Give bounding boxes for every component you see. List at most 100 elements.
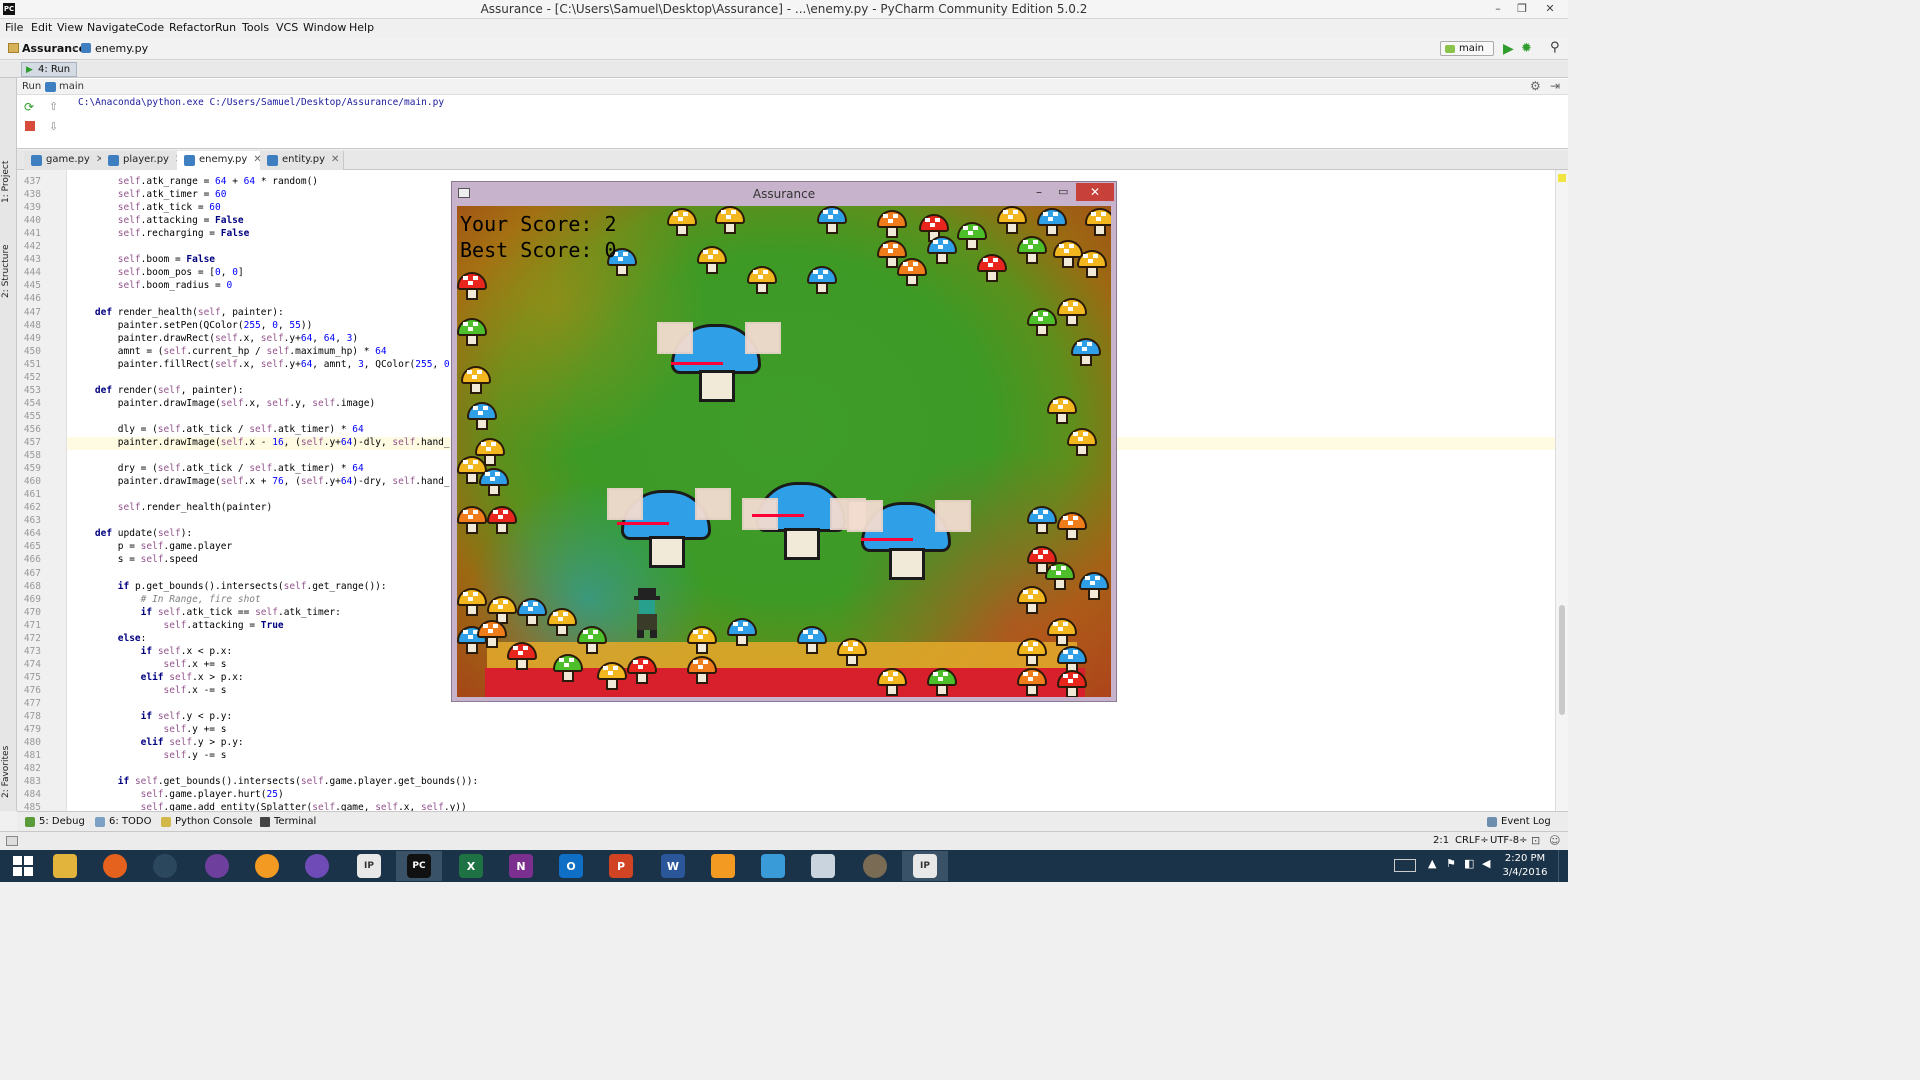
run-config-dropdown[interactable]: main xyxy=(1440,41,1494,56)
todo-tool-button[interactable]: 6: TODO xyxy=(109,816,151,827)
code-line[interactable]: painter.drawImage(self.x, self.y, self.i… xyxy=(72,398,375,409)
clock-time[interactable]: 2:20 PM xyxy=(1502,853,1548,864)
taskbar-store[interactable] xyxy=(750,851,796,881)
tab-game-py[interactable]: game.py✕ xyxy=(24,151,110,170)
taskbar-powerpoint[interactable]: P xyxy=(598,851,644,881)
breadcrumb-file[interactable]: enemy.py xyxy=(95,42,148,55)
event-log-button[interactable]: Event Log xyxy=(1501,816,1551,827)
keyboard-icon[interactable] xyxy=(1394,859,1416,872)
code-line[interactable]: dly = (self.atk_tick / self.atk_timer) *… xyxy=(72,424,364,435)
python-console-button[interactable]: Python Console xyxy=(175,816,253,827)
code-line[interactable]: def update(self): xyxy=(72,528,192,539)
windows-start-button[interactable] xyxy=(0,851,46,881)
code-line[interactable]: s = self.speed xyxy=(72,554,198,565)
code-line[interactable]: def render(self, painter): xyxy=(72,385,244,396)
debug-icon[interactable]: ✹ xyxy=(1521,41,1532,56)
code-line[interactable]: self.atk_tick = 60 xyxy=(72,202,221,213)
show-hidden-icons[interactable]: ▲ xyxy=(1428,857,1436,870)
taskbar-file-explorer[interactable] xyxy=(42,851,88,881)
show-desktop-button[interactable] xyxy=(1558,850,1568,882)
stop-icon[interactable] xyxy=(25,121,35,131)
code-line[interactable]: self.boom_radius = 0 xyxy=(72,280,232,291)
code-line[interactable]: self.boom = False xyxy=(72,254,215,265)
scroll-down-icon[interactable]: ⇩ xyxy=(49,120,58,133)
menu-help[interactable]: Help xyxy=(349,21,374,34)
rerun-icon[interactable]: ⟳ xyxy=(24,100,34,114)
game-minimize-button[interactable]: – xyxy=(1036,185,1042,199)
code-line[interactable]: amnt = (self.current_hp / self.maximum_h… xyxy=(72,346,387,357)
code-line[interactable]: self.y += s xyxy=(72,724,227,735)
code-line[interactable]: self.attacking = False xyxy=(72,215,244,226)
code-line[interactable]: self.y -= s xyxy=(72,750,227,761)
flag-icon[interactable]: ⚑ xyxy=(1446,857,1456,870)
editor-scrollbar[interactable] xyxy=(1555,170,1568,811)
code-line[interactable]: painter.drawImage(self.x + 76, (self.y+6… xyxy=(72,476,450,487)
taskbar-outlook[interactable]: O xyxy=(548,851,594,881)
game-window[interactable]: Assurance – ▭ ✕ Your Score: 2 Best Score… xyxy=(451,181,1117,702)
menu-tools[interactable]: Tools xyxy=(242,21,269,34)
volume-icon[interactable]: ◀ xyxy=(1482,857,1490,870)
code-line[interactable]: self.game.player.hurt(25) xyxy=(72,789,284,800)
taskbar-github[interactable] xyxy=(194,851,240,881)
tab-enemy-py[interactable]: enemy.py ✕ xyxy=(177,151,267,171)
code-line[interactable]: def render_health(self, painter): xyxy=(72,307,284,318)
code-line[interactable]: self.render_health(painter) xyxy=(72,502,272,513)
close-button[interactable]: ✕ xyxy=(1538,1,1562,17)
inspector-icon[interactable]: ☺ xyxy=(1549,834,1560,847)
code-line[interactable]: painter.drawRect(self.x, self.y+64, 64, … xyxy=(72,333,358,344)
taskbar-word[interactable]: W xyxy=(650,851,696,881)
line-separator[interactable]: CRLF÷ xyxy=(1455,835,1489,846)
tab-player-py[interactable]: player.py✕ xyxy=(101,151,189,170)
code-line[interactable]: painter.setPen(QColor(255, 0, 55)) xyxy=(72,320,313,331)
code-line[interactable]: else: xyxy=(72,633,147,644)
run-tool-tab[interactable]: ▶ 4: Run xyxy=(21,62,78,77)
scroll-up-icon[interactable]: ⇧ xyxy=(49,100,58,113)
hide-panel-icon[interactable]: ⇥ xyxy=(1550,79,1560,93)
taskbar-onenote[interactable]: N xyxy=(498,851,544,881)
code-line[interactable]: self.attacking = True xyxy=(72,620,284,631)
breadcrumb-project[interactable]: Assurance xyxy=(22,42,86,55)
scroll-thumb[interactable] xyxy=(1559,605,1565,715)
network-icon[interactable]: ◧ xyxy=(1464,857,1474,870)
game-canvas[interactable]: Your Score: 2 Best Score: 0 xyxy=(457,206,1111,697)
taskbar-sublime[interactable] xyxy=(700,851,746,881)
code-line[interactable]: if p.get_bounds().intersects(self.get_ra… xyxy=(72,581,387,592)
menu-navigate[interactable]: Navigate xyxy=(87,21,136,34)
code-line[interactable]: elif self.x > p.x: xyxy=(72,672,244,683)
menu-code[interactable]: Code xyxy=(136,21,164,34)
restore-button[interactable]: ❐ xyxy=(1510,1,1534,17)
menu-run[interactable]: Run xyxy=(215,21,236,34)
menu-vcs[interactable]: VCS xyxy=(276,21,298,34)
taskbar-ipython[interactable]: IP xyxy=(346,851,392,881)
taskbar-excel[interactable]: X xyxy=(448,851,494,881)
caret-position[interactable]: 2:1 xyxy=(1433,835,1449,846)
taskbar-steam[interactable] xyxy=(142,851,188,881)
close-tab-icon[interactable]: ✕ xyxy=(331,154,339,165)
code-line[interactable]: p = self.game.player xyxy=(72,541,232,552)
code-line[interactable]: self.recharging = False xyxy=(72,228,250,239)
taskbar-app[interactable] xyxy=(294,851,340,881)
minimize-button[interactable]: – xyxy=(1486,1,1510,17)
lock-icon[interactable]: ⊡ xyxy=(1531,834,1540,847)
code-line[interactable]: dry = (self.atk_tick / self.atk_timer) *… xyxy=(72,463,364,474)
tab-entity-py[interactable]: entity.py ✕ xyxy=(260,151,345,170)
code-line[interactable]: painter.fillRect(self.x, self.y+64, amnt… xyxy=(72,359,450,370)
tool-windows-toggle-icon[interactable] xyxy=(6,836,18,846)
taskbar-fl-studio[interactable] xyxy=(244,851,290,881)
code-line[interactable]: self.atk_timer = 60 xyxy=(72,189,227,200)
menu-window[interactable]: Window xyxy=(303,21,346,34)
code-line[interactable]: # In Range, fire shot xyxy=(72,594,261,605)
code-line[interactable]: if self.x < p.x: xyxy=(72,646,233,657)
game-maximize-button[interactable]: ▭ xyxy=(1058,185,1068,198)
code-line[interactable]: self.x -= s xyxy=(72,685,227,696)
code-line[interactable]: if self.get_bounds().intersects(self.gam… xyxy=(72,776,478,787)
game-close-button[interactable]: ✕ xyxy=(1076,183,1114,201)
code-line[interactable]: painter.drawImage(self.x - 16, (self.y+6… xyxy=(72,437,450,448)
code-line[interactable]: elif self.y > p.y: xyxy=(72,737,244,748)
code-line[interactable]: self.boom_pos = [0, 0] xyxy=(72,267,244,278)
debug-tool-button[interactable]: 5: Debug xyxy=(39,816,85,827)
menu-refactor[interactable]: Refactor xyxy=(169,21,215,34)
taskbar-gimp[interactable] xyxy=(852,851,898,881)
settings-gear-icon[interactable]: ⚙ xyxy=(1530,79,1541,93)
taskbar-calculator[interactable] xyxy=(800,851,846,881)
